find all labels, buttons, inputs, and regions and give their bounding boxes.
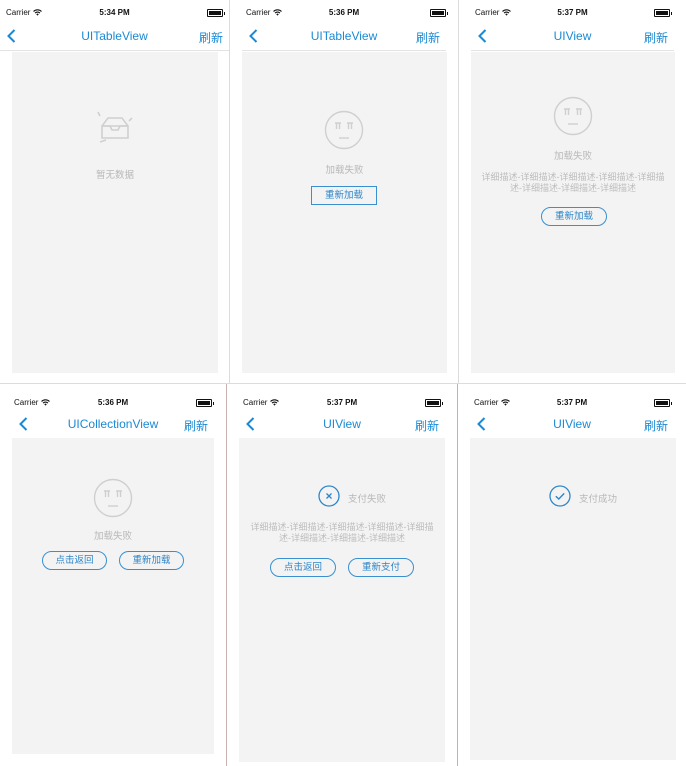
status-bar: Carrier 5:37 PM [459,8,686,22]
nav-title: UITableView [81,29,148,43]
navigation-bar: UIView 刷新 [239,412,445,439]
check-circle-icon [549,485,571,507]
refresh-button[interactable]: 刷新 [415,417,439,434]
screen-failed-tableview: Carrier 5:36 PM UITableView 刷新 加载失败 重新加载 [230,0,458,383]
content-area: 支付成功 [470,438,676,760]
sad-face-icon [93,478,133,518]
content-area: 加载失败 详细描述-详细描述-详细描述-详细描述-详细描述-详细描述-详细描述-… [471,52,675,373]
status-bar: Carrier 5:37 PM [458,398,686,412]
status-bar: Carrier 5:36 PM [230,8,458,22]
battery-icon [425,399,443,407]
status-time: 5:37 PM [326,398,358,407]
navigation-bar: UIView 刷新 [471,24,674,51]
reload-button[interactable]: 重新加载 [541,207,607,226]
content-area: 加载失败 重新加载 [242,52,447,373]
content-area: 支付失败 详细描述-详细描述-详细描述-详细描述-详细描述-详细描述-详细描述-… [239,438,445,762]
screen-payment-success: Carrier 5:37 PM UIView 刷新 支付成功 [458,384,686,766]
battery-icon [430,9,448,17]
status-bar: Carrier 5:34 PM [0,8,229,22]
retry-payment-button[interactable]: 重新支付 [348,558,414,577]
screen-empty-tableview: Carrier 5:34 PM UITableView 刷新 暂无数据 [0,0,229,383]
error-message: 加载失败 [93,531,132,542]
screen-payment-failed: Carrier 5:37 PM UIView 刷新 支付失败 详细描述-详细描述… [227,384,457,766]
error-detail: 详细描述-详细描述-详细描述-详细描述-详细描述-详细描述-详细描述-详细描述 [481,172,665,193]
battery-icon [654,9,672,17]
battery-icon [207,9,225,17]
status-time: 5:37 PM [557,8,588,17]
sad-face-icon [324,110,364,150]
reload-button[interactable]: 重新加载 [119,551,184,570]
status-time: 5:36 PM [97,398,129,407]
content-area: 加载失败 点击返回 重新加载 [12,438,214,754]
refresh-button[interactable]: 刷新 [199,29,223,46]
error-message: 加载失败 [325,165,364,176]
error-message: 加载失败 [553,151,592,162]
status-time: 5:34 PM [99,8,130,17]
refresh-button[interactable]: 刷新 [184,417,208,434]
sad-face-icon [553,96,593,136]
navigation-bar: UICollectionView 刷新 [12,412,214,439]
status-time: 5:37 PM [556,398,588,407]
payment-success-message: 支付成功 [579,494,618,505]
battery-icon [196,399,214,407]
refresh-button[interactable]: 刷新 [644,29,668,46]
navigation-bar: UITableView 刷新 [0,24,229,51]
refresh-button[interactable]: 刷新 [644,417,668,434]
status-bar: Carrier 5:36 PM [0,398,226,412]
empty-box-icon [97,111,133,143]
status-bar: Carrier 5:37 PM [227,398,457,412]
close-circle-icon [318,485,340,507]
status-time: 5:36 PM [328,8,360,17]
navigation-bar: UIView 刷新 [470,412,674,439]
battery-icon [654,399,672,407]
go-back-button[interactable]: 点击返回 [270,558,336,577]
screen-failed-collectionview: Carrier 5:36 PM UICollectionView 刷新 加载失败… [0,384,226,766]
navigation-bar: UITableView 刷新 [242,24,446,51]
reload-button[interactable]: 重新加载 [311,186,377,205]
error-detail: 详细描述-详细描述-详细描述-详细描述-详细描述-详细描述-详细描述-详细描述 [250,522,434,543]
empty-message: 暂无数据 [95,170,134,181]
payment-failed-message: 支付失败 [348,494,387,505]
screen-failed-detail-view: Carrier 5:37 PM UIView 刷新 加载失败 详细描述-详细描述… [459,0,686,383]
go-back-button[interactable]: 点击返回 [42,551,107,570]
content-area: 暂无数据 [12,52,218,373]
refresh-button[interactable]: 刷新 [416,29,440,46]
